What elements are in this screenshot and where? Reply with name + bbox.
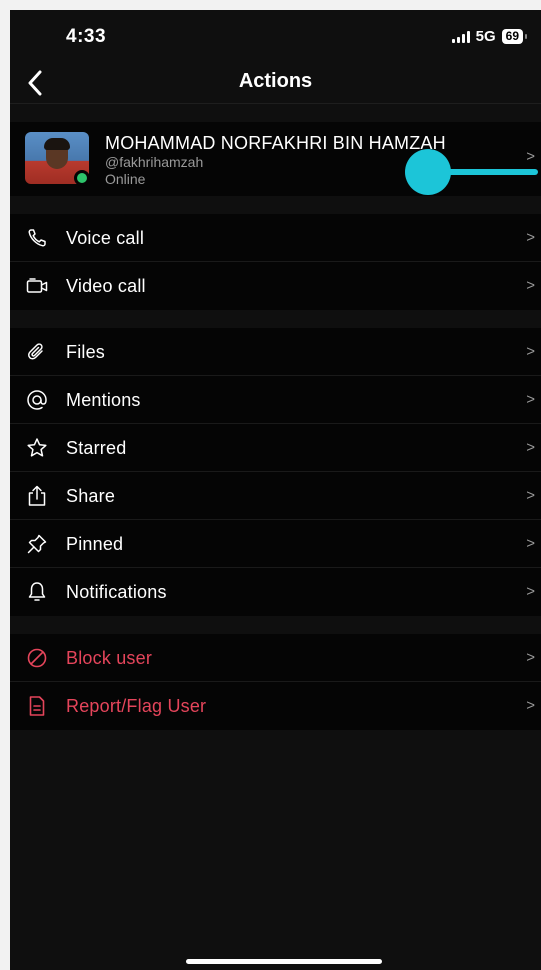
chevron-right-icon: >: [526, 229, 535, 246]
signal-icon: [451, 30, 470, 43]
files-row[interactable]: Files >: [10, 328, 541, 376]
profile-row[interactable]: MOHAMMAD NORFAKHRI BIN HAMZAH @fakhriham…: [10, 122, 541, 196]
navigation-bar: Actions: [10, 62, 541, 104]
star-icon: [26, 437, 48, 459]
profile-name: MOHAMMAD NORFAKHRI BIN HAMZAH: [105, 133, 446, 153]
pinned-row[interactable]: Pinned >: [10, 520, 541, 568]
files-label: Files: [66, 342, 106, 362]
profile-status: Online: [105, 171, 146, 187]
content-section: Files > Mentions > Starred > Share > Pin…: [10, 328, 541, 616]
notifications-label: Notifications: [66, 582, 167, 602]
report-user-label: Report/Flag User: [66, 696, 207, 716]
network-type: 5G: [475, 28, 496, 45]
report-icon: [26, 695, 48, 717]
section-spacer: [10, 616, 541, 634]
battery-icon: 69: [501, 29, 528, 44]
status-indicators: 5G 69: [451, 28, 528, 45]
page-title: Actions: [238, 70, 313, 92]
chevron-right-icon: >: [526, 148, 535, 165]
status-bar: 4:33 5G 69: [10, 10, 541, 62]
starred-row[interactable]: Starred >: [10, 424, 541, 472]
share-row[interactable]: Share >: [10, 472, 541, 520]
block-user-label: Block user: [66, 648, 153, 668]
status-time: 4:33: [66, 26, 107, 47]
online-status-dot: [74, 170, 90, 186]
pinned-label: Pinned: [66, 534, 124, 554]
block-user-row[interactable]: Block user >: [10, 634, 541, 682]
at-icon: [26, 389, 48, 411]
phone-screen: 4:33 5G 69 Actions MOHAMMAD NORFAKHRI BI…: [10, 10, 541, 970]
section-spacer: [10, 196, 541, 214]
profile-handle: @fakhrihamzah: [105, 154, 204, 170]
chevron-right-icon: >: [526, 535, 535, 552]
home-indicator[interactable]: [186, 959, 382, 964]
report-user-row[interactable]: Report/Flag User >: [10, 682, 541, 730]
starred-label: Starred: [66, 438, 127, 458]
section-spacer: [10, 310, 541, 328]
chevron-right-icon: >: [526, 277, 535, 294]
danger-section: Block user > Report/Flag User >: [10, 634, 541, 730]
chevron-right-icon: >: [526, 439, 535, 456]
chevron-right-icon: >: [526, 649, 535, 666]
tutorial-pointer-line: [448, 169, 538, 175]
share-icon: [26, 485, 48, 507]
mentions-row[interactable]: Mentions >: [10, 376, 541, 424]
phone-icon: [26, 227, 48, 249]
notifications-row[interactable]: Notifications >: [10, 568, 541, 616]
pin-icon: [26, 533, 48, 555]
block-icon: [26, 647, 48, 669]
chevron-right-icon: >: [526, 697, 535, 714]
video-call-label: Video call: [66, 276, 146, 296]
paperclip-icon: [26, 341, 48, 363]
share-label: Share: [66, 486, 116, 506]
tutorial-pointer-dot: [405, 149, 451, 195]
mentions-label: Mentions: [66, 390, 141, 410]
bell-icon: [26, 581, 48, 603]
chevron-right-icon: >: [526, 391, 535, 408]
voice-call-label: Voice call: [66, 228, 145, 248]
video-icon: [26, 275, 48, 297]
chevron-right-icon: >: [526, 343, 535, 360]
video-call-row[interactable]: Video call >: [10, 262, 541, 310]
section-spacer: [10, 104, 541, 122]
voice-call-row[interactable]: Voice call >: [10, 214, 541, 262]
chevron-right-icon: >: [526, 583, 535, 600]
call-section: Voice call > Video call >: [10, 214, 541, 310]
chevron-right-icon: >: [526, 487, 535, 504]
